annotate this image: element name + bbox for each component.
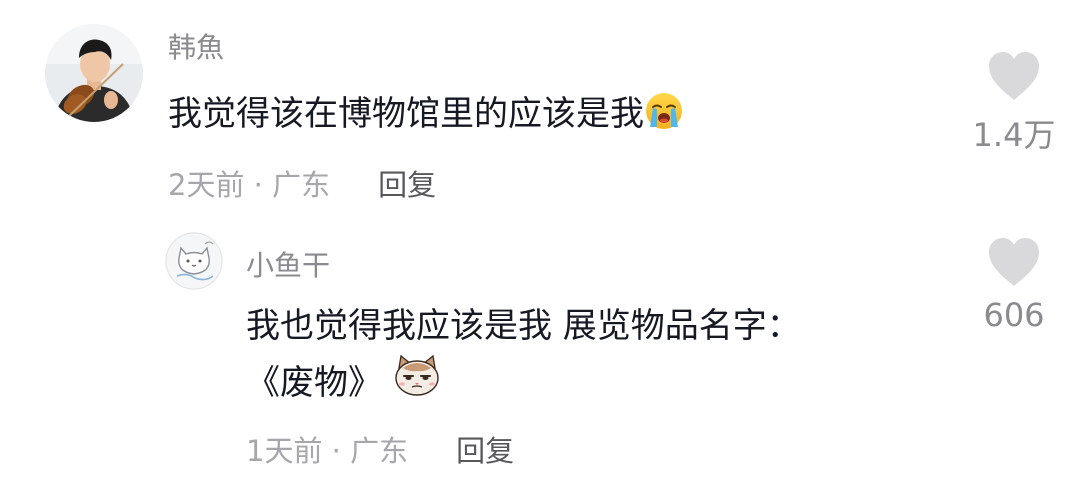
comment-text-line-1: 我也觉得我应该是我 展览物品名字： bbox=[246, 306, 801, 346]
avatar[interactable] bbox=[165, 232, 223, 290]
comment-username[interactable]: 小鱼干 bbox=[246, 244, 330, 284]
meta-separator: · bbox=[322, 434, 351, 468]
like-button[interactable]: 606 bbox=[964, 236, 1064, 334]
user-avatar-icon bbox=[45, 24, 143, 122]
comment-time: 1天前 bbox=[246, 434, 323, 468]
comment-time: 2天前 bbox=[168, 168, 245, 202]
comment-meta: 2天前 · 广东 回复 bbox=[168, 162, 436, 204]
reply-button[interactable]: 回复 bbox=[378, 168, 436, 202]
loudly-crying-face-icon bbox=[644, 91, 684, 140]
comment-text-line-2-wrapper: 《废物》 bbox=[246, 354, 801, 415]
comment-item: 韩魚 我觉得该在博物馆里的应该是我 2天前 · 广东 回复 1.4万 bbox=[0, 0, 1080, 210]
heart-icon bbox=[989, 52, 1039, 100]
meta-separator: · bbox=[244, 168, 273, 202]
comment-text-body: 我觉得该在博物馆里的应该是我 bbox=[168, 94, 644, 134]
comment-text: 我也觉得我应该是我 展览物品名字： 《废物》 bbox=[246, 298, 801, 415]
avatar[interactable] bbox=[45, 24, 143, 122]
comment-meta: 1天前 · 广东 回复 bbox=[246, 428, 514, 470]
comment-text-line-2: 《废物》 bbox=[246, 363, 382, 403]
reply-button[interactable]: 回复 bbox=[456, 434, 514, 468]
comment-location: 广东 bbox=[272, 168, 331, 202]
like-button[interactable]: 1.4万 bbox=[964, 50, 1064, 156]
user-avatar-cat-doodle-icon bbox=[165, 232, 223, 290]
comment-text: 我觉得该在博物馆里的应该是我 bbox=[168, 86, 684, 140]
heart-icon bbox=[989, 238, 1039, 286]
comment-username[interactable]: 韩魚 bbox=[168, 26, 224, 66]
comment-location: 广东 bbox=[350, 434, 409, 468]
like-count: 606 bbox=[983, 296, 1045, 334]
like-count: 1.4万 bbox=[972, 116, 1056, 154]
cat-face-sticker-icon bbox=[393, 354, 441, 415]
reply-item: 小鱼干 我也觉得我应该是我 展览物品名字： 《废物》 1天前 · 广东 回复 6… bbox=[0, 210, 1080, 484]
